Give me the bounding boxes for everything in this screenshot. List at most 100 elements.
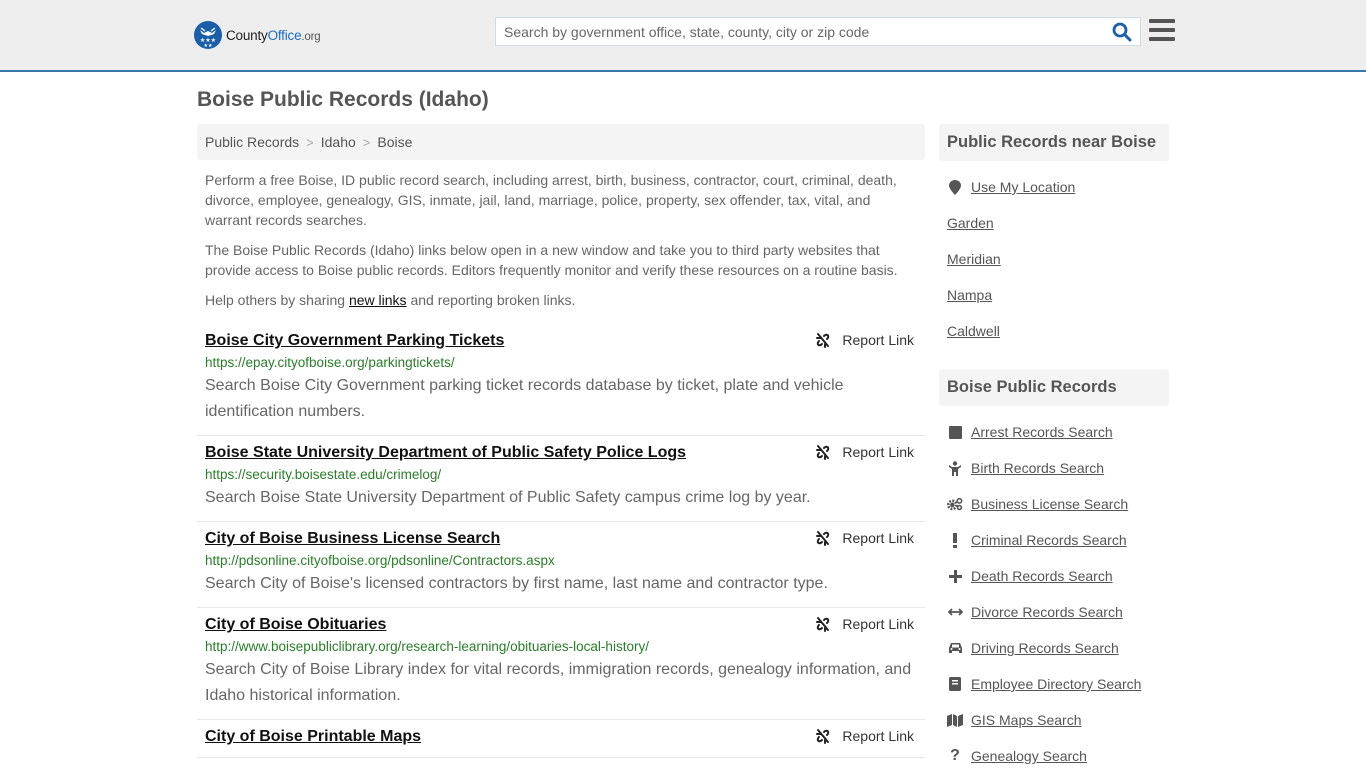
nearby-place-item: Garden (947, 205, 1169, 241)
nearby-place-link[interactable]: Nampa (947, 287, 992, 303)
arrows-horizontal-icon (947, 604, 963, 620)
site-header: ★★★ ★★ County Office .org (0, 0, 1366, 72)
listing-item: City of Boise Business License Search Re… (197, 522, 925, 608)
use-my-location-link[interactable]: Use My Location (971, 179, 1075, 195)
report-link-button[interactable]: Report Link (815, 728, 914, 744)
listing-item: City of Boise Printable Maps Report Link (197, 720, 925, 758)
gis-maps-link[interactable]: GIS Maps Search (971, 712, 1082, 728)
child-icon (947, 460, 963, 476)
intro-paragraph-1: Perform a free Boise, ID public record s… (205, 172, 897, 228)
logo-county: County (226, 27, 268, 43)
eagle-stars-logo-icon: ★★★ ★★ (194, 21, 222, 49)
listing-title-link[interactable]: City of Boise Business License Search (205, 528, 500, 549)
listing-title-link[interactable]: Boise State University Department of Pub… (205, 442, 686, 463)
map-icon (947, 712, 963, 728)
listing-item: Boise City Government Parking Tickets Re… (197, 324, 925, 436)
criminal-records-link[interactable]: Criminal Records Search (971, 532, 1127, 548)
report-link-label: Report Link (842, 728, 914, 744)
records-heading: Boise Public Records (939, 369, 1169, 406)
book-icon (947, 676, 963, 692)
search-input[interactable] (496, 18, 1106, 45)
listing-url[interactable]: http://www.boisepubliclibrary.org/resear… (205, 638, 917, 656)
new-links-link[interactable]: new links (349, 292, 407, 308)
nearby-place-item: Meridian (947, 241, 1169, 277)
report-link-button[interactable]: Report Link (815, 616, 914, 632)
square-icon (947, 424, 963, 440)
search-button[interactable] (1112, 22, 1134, 42)
records-item: Birth Records Search (947, 450, 1169, 486)
report-link-label: Report Link (842, 616, 914, 632)
divorce-records-link[interactable]: Divorce Records Search (971, 604, 1123, 620)
map-marker-icon (947, 179, 963, 195)
report-link-button[interactable]: Report Link (815, 444, 914, 460)
records-item: GIS Maps Search (947, 702, 1169, 738)
nearby-place-link[interactable]: Meridian (947, 251, 1001, 267)
broken-link-icon (816, 445, 830, 460)
listing-item: Boise State University Department of Pub… (197, 436, 925, 522)
employee-directory-link[interactable]: Employee Directory Search (971, 676, 1141, 692)
page-title: Boise Public Records (Idaho) (197, 88, 489, 111)
report-link-button[interactable]: Report Link (815, 530, 914, 546)
records-item: Driving Records Search (947, 630, 1169, 666)
listing-description: Search Boise City Government parking tic… (205, 377, 844, 420)
records-item: Arrest Records Search (947, 414, 1169, 450)
listing-title-link[interactable]: City of Boise Printable Maps (205, 726, 421, 747)
hamburger-menu-button[interactable] (1149, 19, 1175, 43)
nearby-place-item: Nampa (947, 277, 1169, 313)
breadcrumb-public-records[interactable]: Public Records (205, 134, 299, 150)
business-license-link[interactable]: Business License Search (971, 496, 1128, 512)
listing-url[interactable]: http://pdsonline.cityofboise.org/pdsonli… (205, 552, 917, 570)
listing-item: City of Boise Obituaries Report Link htt… (197, 608, 925, 720)
driving-records-link[interactable]: Driving Records Search (971, 640, 1119, 656)
broken-link-icon (816, 531, 830, 546)
breadcrumb-boise[interactable]: Boise (377, 134, 412, 150)
listing-description: Search City of Boise Library index for v… (205, 661, 912, 704)
logo-office: Office (267, 27, 302, 43)
records-item: Death Records Search (947, 558, 1169, 594)
records-list: Arrest Records Search Birth Records Sear… (939, 406, 1169, 784)
menu-bar-icon (1149, 19, 1175, 23)
search-box (495, 17, 1141, 46)
use-my-location-item: Use My Location (947, 169, 1169, 205)
records-item: Employee Directory Search (947, 666, 1169, 702)
breadcrumb-separator: > (362, 134, 371, 150)
nearby-place-link[interactable]: Garden (947, 215, 994, 231)
sidebar: Public Records near Boise Use My Locatio… (939, 124, 1169, 784)
report-link-label: Report Link (842, 332, 914, 348)
listing-title-link[interactable]: City of Boise Obituaries (205, 614, 386, 635)
svg-text:★★: ★★ (204, 43, 213, 49)
arrest-records-link[interactable]: Arrest Records Search (971, 424, 1113, 440)
car-icon (947, 640, 963, 656)
plus-icon (947, 568, 963, 584)
report-link-label: Report Link (842, 530, 914, 546)
intro-text-before: Help others by sharing (205, 292, 349, 308)
breadcrumb-idaho[interactable]: Idaho (321, 134, 356, 150)
listing-url[interactable]: https://epay.cityofboise.org/parkingtick… (205, 354, 917, 372)
logo-org: .org (301, 30, 321, 43)
exclamation-icon (947, 532, 963, 548)
gears-icon (947, 496, 963, 512)
intro-paragraph-3: Help others by sharing new links and rep… (205, 290, 920, 310)
report-link-button[interactable]: Report Link (815, 332, 914, 348)
search-icon (1112, 22, 1132, 42)
logo-wordmark: County Office .org (226, 27, 321, 43)
nearby-place-link[interactable]: Caldwell (947, 323, 1000, 339)
listing-url[interactable]: https://security.boisestate.edu/crimelog… (205, 466, 917, 484)
listing-description: Search City of Boise's licensed contract… (205, 575, 828, 592)
site-logo[interactable]: ★★★ ★★ County Office .org (194, 21, 321, 49)
records-item: ? Genealogy Search (947, 738, 1169, 774)
question-icon: ? (950, 747, 960, 764)
report-link-label: Report Link (842, 444, 914, 460)
nearby-heading: Public Records near Boise (939, 124, 1169, 161)
records-item: Criminal Records Search (947, 522, 1169, 558)
genealogy-link[interactable]: Genealogy Search (971, 748, 1087, 764)
records-item: Divorce Records Search (947, 594, 1169, 630)
intro-text: Perform a free Boise, ID public record s… (205, 170, 920, 320)
records-item: Business License Search (947, 486, 1169, 522)
listing-title-link[interactable]: Boise City Government Parking Tickets (205, 330, 504, 351)
record-listings: Boise City Government Parking Tickets Re… (197, 324, 925, 758)
menu-bar-icon (1149, 28, 1175, 32)
listing-description: Search Boise State University Department… (205, 489, 811, 506)
birth-records-link[interactable]: Birth Records Search (971, 460, 1104, 476)
death-records-link[interactable]: Death Records Search (971, 568, 1113, 584)
